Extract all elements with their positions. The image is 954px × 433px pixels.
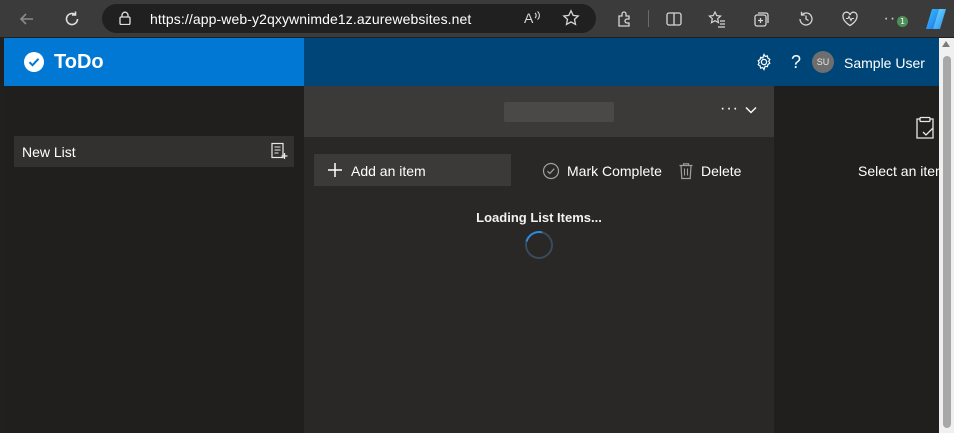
more-options-icon[interactable]: ··· xyxy=(720,100,739,118)
list-title-placeholder xyxy=(504,102,614,122)
avatar[interactable]: SU xyxy=(812,51,834,73)
check-circle-icon xyxy=(24,52,44,72)
todo-app: ToDo ? SU Sample User New List ··· Add a… xyxy=(4,38,939,433)
back-button[interactable] xyxy=(15,7,39,31)
split-screen-icon[interactable] xyxy=(663,8,685,30)
svg-text:A: A xyxy=(524,10,534,26)
browser-toolbar: https://app-web-y2qxywnimde1z.azurewebsi… xyxy=(0,0,954,37)
delete-label: Delete xyxy=(701,163,742,179)
scroll-up-arrow-icon[interactable] xyxy=(942,41,950,47)
loading-spinner xyxy=(519,225,559,265)
clipboard-check-icon xyxy=(916,116,934,139)
lists-sidebar: New List xyxy=(4,86,304,433)
gear-icon[interactable] xyxy=(752,50,776,74)
extensions-icon[interactable] xyxy=(614,8,636,30)
page-scrollbar[interactable] xyxy=(939,38,954,433)
collections-icon[interactable] xyxy=(751,8,773,30)
mark-complete-button[interactable]: Mark Complete xyxy=(542,161,662,181)
address-bar[interactable]: https://app-web-y2qxywnimde1z.azurewebsi… xyxy=(102,4,596,33)
app-title: ToDo xyxy=(54,51,104,73)
help-icon[interactable]: ? xyxy=(784,50,808,74)
check-circle-outline-icon xyxy=(542,162,560,180)
toolbar-divider xyxy=(648,10,649,27)
add-item-button[interactable]: Add an item xyxy=(314,154,511,186)
user-name[interactable]: Sample User xyxy=(844,55,925,71)
trash-icon xyxy=(679,163,693,180)
add-list-icon[interactable] xyxy=(270,142,288,160)
app-header: ToDo ? SU Sample User xyxy=(4,38,939,86)
sidebar-item-label: New List xyxy=(22,144,76,160)
list-items-panel: ··· Add an item Mark Complete Delete Loa… xyxy=(304,86,774,433)
favorite-star-icon[interactable] xyxy=(560,7,582,29)
mark-complete-label: Mark Complete xyxy=(567,163,662,179)
read-aloud-icon[interactable]: A xyxy=(522,7,544,29)
plus-icon xyxy=(328,163,342,177)
sidebar-item-new-list[interactable]: New List xyxy=(14,136,294,167)
loading-text: Loading List Items... xyxy=(476,210,602,225)
refresh-button[interactable] xyxy=(60,7,84,31)
lock-icon[interactable] xyxy=(119,11,131,25)
brand[interactable]: ToDo xyxy=(4,38,304,86)
favorites-icon[interactable] xyxy=(706,8,728,30)
add-item-label: Add an item xyxy=(351,163,426,179)
copilot-icon[interactable] xyxy=(923,6,949,32)
notification-badge: 1 xyxy=(897,16,908,27)
select-item-message: Select an item xyxy=(858,163,939,179)
scroll-thumb[interactable] xyxy=(943,56,951,428)
delete-button[interactable]: Delete xyxy=(678,161,741,181)
list-header: ··· xyxy=(304,86,774,137)
url-text: https://app-web-y2qxywnimde1z.azurewebsi… xyxy=(150,10,472,27)
item-detail-panel: Select an item xyxy=(774,86,939,433)
history-icon[interactable] xyxy=(795,8,817,30)
chevron-down-icon[interactable] xyxy=(744,103,758,117)
browser-essentials-icon[interactable] xyxy=(839,8,861,30)
